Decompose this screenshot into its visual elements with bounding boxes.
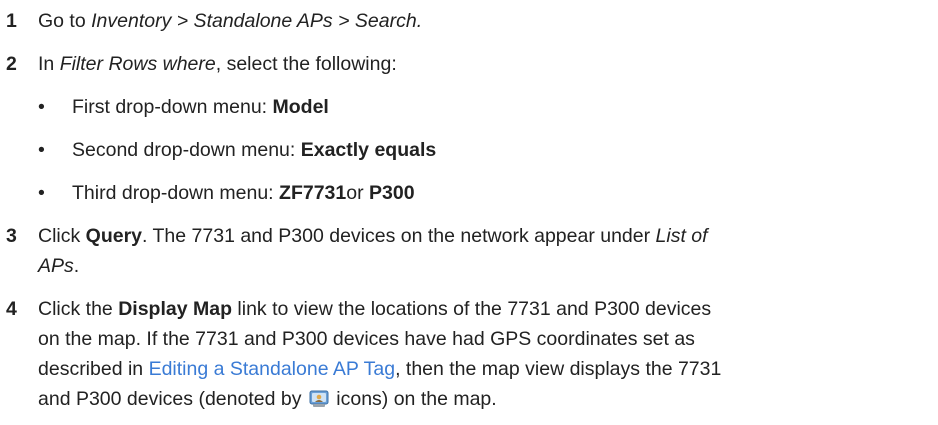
step-text: In Filter Rows where, select the followi… — [38, 49, 397, 79]
display-map-label: Display Map — [118, 298, 232, 320]
step-4-line-3-tail: , then the map view displays the 7731 — [395, 358, 722, 380]
step-text: Click Query. The 7731 and P300 devices o… — [38, 221, 708, 251]
step-3-period: . — [73, 255, 80, 277]
list-of-aps-label-part2: APs — [38, 255, 74, 277]
bullet-dot: • — [38, 96, 45, 118]
menu-path: Inventory > Standalone APs > Search. — [91, 10, 423, 32]
bullet-value-1: ZF7731 — [279, 182, 347, 204]
step-number: 3 — [6, 225, 17, 247]
list-of-aps-label-part1: List of — [655, 225, 708, 247]
bullet-value: Model — [272, 96, 329, 118]
editing-standalone-ap-tag-link[interactable]: Editing a Standalone AP Tag — [149, 358, 395, 380]
step-text: APs. — [38, 251, 79, 281]
step-text: and P300 devices (denoted by icons) on t… — [38, 384, 497, 414]
step-number: 1 — [6, 10, 17, 32]
step-number: 4 — [6, 298, 17, 320]
step-4-line-4-lead: and P300 devices (denoted by — [38, 388, 307, 410]
step-4-line-3-lead: described in — [38, 358, 149, 380]
bullet-text: First drop-down menu: Model — [72, 92, 329, 122]
step-1-lead: Go to — [38, 10, 92, 32]
bullet-value-2: P300 — [369, 182, 415, 204]
bullet-dot: • — [38, 139, 45, 161]
step-3-lead: Click — [38, 225, 86, 247]
step-text: Go to Inventory > Standalone APs > Searc… — [38, 6, 422, 36]
bullet-lead: Third drop-down menu: — [72, 182, 280, 204]
step-4-lead: Click the — [38, 298, 119, 320]
step-text: described in Editing a Standalone AP Tag… — [38, 354, 721, 384]
step-text: Click the Display Map link to view the l… — [38, 294, 711, 324]
step-3-tail: . The 7731 and P300 devices on the netwo… — [142, 225, 656, 247]
bullet-dot: • — [38, 182, 45, 204]
step-4-tail: link to view the locations of the 7731 a… — [232, 298, 712, 320]
access-point-map-icon — [309, 387, 329, 407]
bullet-lead: Second drop-down menu: — [72, 139, 301, 161]
step-number: 2 — [6, 53, 17, 75]
query-label: Query — [85, 225, 143, 247]
step-text: on the map. If the 7731 and P300 devices… — [38, 328, 695, 350]
bullet-lead: First drop-down menu: — [72, 96, 273, 118]
step-2-tail: , select the following: — [215, 53, 397, 75]
step-4-line-4-tail: icons) on the map. — [330, 388, 497, 410]
step-2-lead: In — [38, 53, 60, 75]
bullet-mid: or — [346, 182, 369, 204]
bullet-value: Exactly equals — [300, 139, 437, 161]
bullet-text: Third drop-down menu: ZF7731or P300 — [72, 178, 415, 208]
filter-rows-label: Filter Rows where — [59, 53, 216, 75]
bullet-text: Second drop-down menu: Exactly equals — [72, 135, 436, 165]
